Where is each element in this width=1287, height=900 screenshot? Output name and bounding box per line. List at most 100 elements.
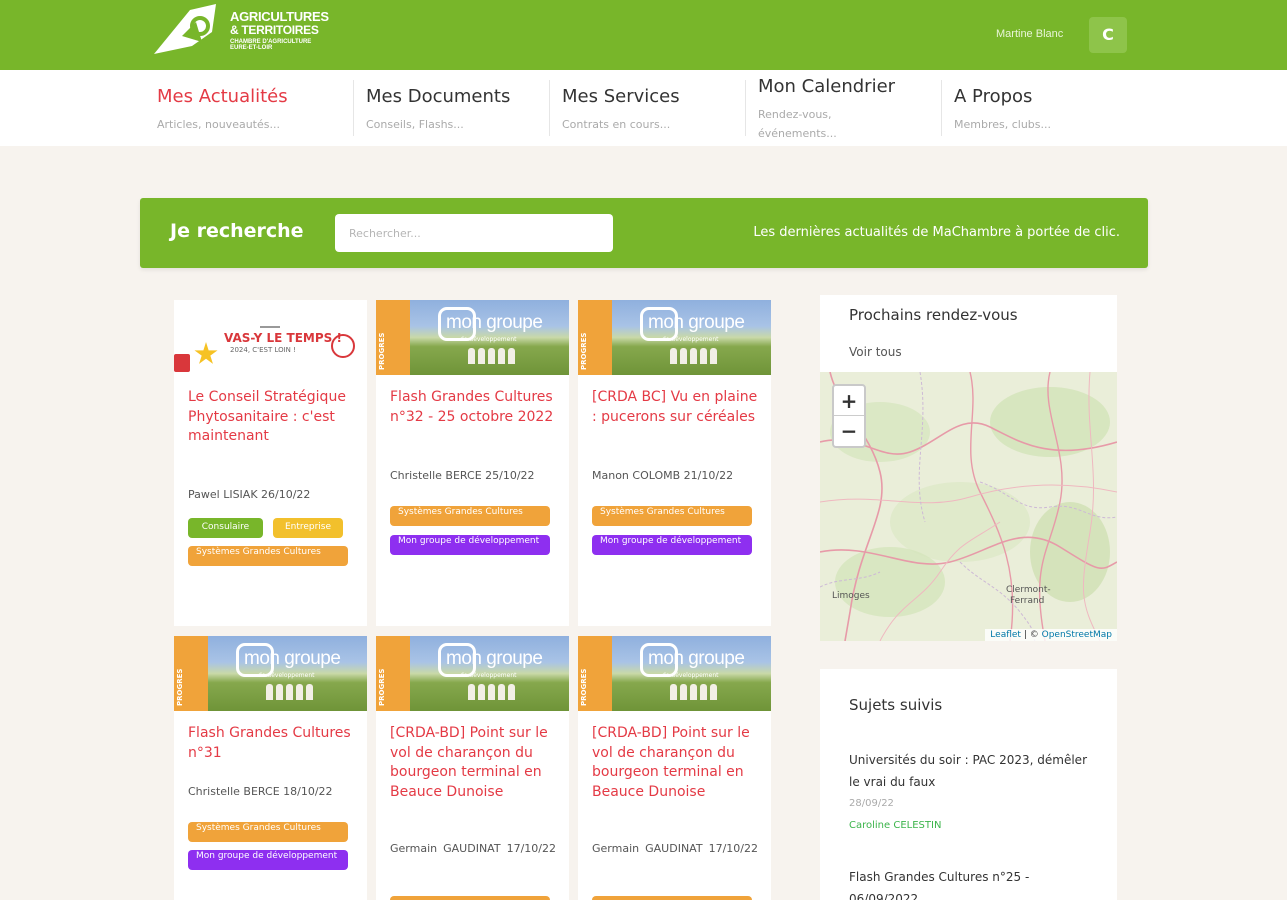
people-silhouettes-icon <box>670 348 730 364</box>
mon-groupe-subtext: de développement <box>662 672 719 679</box>
search-input[interactable] <box>335 214 613 252</box>
topic-author[interactable]: Caroline CELESTIN <box>849 820 941 831</box>
tag-entreprise[interactable]: Entreprise <box>273 518 343 538</box>
map-city-label: Ferrand <box>1010 596 1045 606</box>
news-card[interactable]: PROGRES mon groupe de développement Flas… <box>376 300 569 626</box>
card-title[interactable]: [CRDA-BD] Point sur le vol de charançon … <box>592 724 762 802</box>
zoom-in-icon[interactable]: + <box>834 386 864 416</box>
nav-title: Mes Actualités <box>157 86 288 107</box>
tag-systemes-grandes-cultures[interactable]: Systèmes Grandes Cultures <box>188 822 348 842</box>
nav-subtitle-line-1: Rendez-vous, <box>758 108 832 121</box>
tag-systemes-grandes-cultures[interactable]: Systèmes Grandes Cultures <box>592 506 752 526</box>
card-author-date: Germain GAUDINAT 17/10/22 <box>390 842 556 855</box>
attribution-separator: | © <box>1023 630 1039 640</box>
topic-title[interactable]: Flash Grandes Cultures n°25 - 06/09/2022 <box>849 866 1089 900</box>
card-image: PROGRES mon groupe de développement <box>578 300 771 375</box>
badge-circle-icon <box>331 334 355 358</box>
tag-systemes-grandes-cultures[interactable] <box>592 896 752 900</box>
progres-strip: PROGRES <box>578 300 612 375</box>
pagoda-icon <box>260 314 280 328</box>
zoom-out-icon[interactable]: − <box>834 416 864 446</box>
news-card[interactable]: VAS-Y LE TEMPS ! 2024, C'EST LOIN ! Le C… <box>174 300 367 626</box>
mon-groupe-text: mon groupe <box>446 648 543 669</box>
people-silhouettes-icon <box>468 348 528 364</box>
map-zoom-control: + − <box>832 384 866 448</box>
card-author-date: Christelle BERCE 25/10/22 <box>390 469 535 482</box>
nav-item-calendrier[interactable]: Mon Calendrier Rendez-vous, événements..… <box>745 70 928 146</box>
card-author-date: Christelle BERCE 18/10/22 <box>188 785 333 798</box>
mon-groupe-subtext: de développement <box>460 672 517 679</box>
mon-groupe-text: mon groupe <box>446 312 543 333</box>
tag-systemes-grandes-cultures[interactable]: Systèmes Grandes Cultures <box>390 506 550 526</box>
upcoming-events-panel: Prochains rendez-vous Voir tous + − Limo… <box>820 295 1117 641</box>
map-city-label: Limoges <box>832 591 870 601</box>
nav-subtitle: Articles, nouveautés... <box>157 118 280 131</box>
user-name[interactable]: Martine Blanc <box>996 28 1063 40</box>
card-image: PROGRES mon groupe de développement <box>376 636 569 711</box>
tag-mon-groupe[interactable]: Mon groupe de développement <box>592 535 752 555</box>
news-card[interactable]: PROGRES mon groupe de développement Flas… <box>174 636 367 900</box>
top-bar: AGRICULTURES & TERRITOIRES CHAMBRE D'AGR… <box>0 0 1287 70</box>
main-nav: Mes Actualités Articles, nouveautés... M… <box>0 70 1287 146</box>
followed-topics-panel: Sujets suivis Universités du soir : PAC … <box>820 669 1117 900</box>
card-author-date: Germain GAUDINAT 17/10/22 <box>592 842 758 855</box>
nav-divider <box>941 80 942 136</box>
mon-groupe-subtext: de développement <box>460 336 517 343</box>
strip-label: PROGRES <box>378 332 386 370</box>
nav-title: Mes Documents <box>366 86 511 107</box>
tag-systemes-grandes-cultures[interactable] <box>390 896 550 900</box>
user-avatar-button[interactable]: C <box>1089 17 1127 53</box>
see-all-link[interactable]: Voir tous <box>849 345 902 359</box>
search-label: Je recherche <box>170 220 304 242</box>
nav-subtitle: Conseils, Flashs... <box>366 118 464 131</box>
progres-strip: PROGRES <box>174 636 208 711</box>
site-logo[interactable]: AGRICULTURES & TERRITOIRES CHAMBRE D'AGR… <box>152 2 329 58</box>
panel-title: Sujets suivis <box>849 696 943 714</box>
nav-item-services[interactable]: Mes Services Contrats en cours... <box>549 70 732 146</box>
topic-date: 28/09/22 <box>849 798 894 809</box>
nav-item-documents[interactable]: Mes Documents Conseils, Flashs... <box>353 70 536 146</box>
leaflet-link[interactable]: Leaflet <box>990 630 1021 640</box>
bus-icon <box>174 354 190 372</box>
news-card[interactable]: PROGRES mon groupe de développement [CRD… <box>578 636 771 900</box>
card-title[interactable]: [CRDA-BD] Point sur le vol de charançon … <box>390 724 560 802</box>
card-title[interactable]: Flash Grandes Cultures n°32 - 25 octobre… <box>390 388 560 427</box>
search-band: Je recherche Les dernières actualités de… <box>140 198 1148 268</box>
nav-item-a-propos[interactable]: A Propos Membres, clubs... <box>941 70 1124 146</box>
strip-label: PROGRES <box>580 332 588 370</box>
tag-mon-groupe[interactable]: Mon groupe de développement <box>390 535 550 555</box>
news-card[interactable]: PROGRES mon groupe de développement [CRD… <box>578 300 771 626</box>
card-title[interactable]: Flash Grandes Cultures n°31 <box>188 724 358 763</box>
mon-groupe-text: mon groupe <box>648 312 745 333</box>
mon-groupe-text: mon groupe <box>648 648 745 669</box>
card-image: PROGRES mon groupe de développement <box>174 636 367 711</box>
nav-item-actualites[interactable]: Mes Actualités Articles, nouveautés... <box>157 70 337 146</box>
strip-label: PROGRES <box>176 668 184 706</box>
panel-title: Prochains rendez-vous <box>849 306 1018 324</box>
search-tagline: Les dernières actualités de MaChambre à … <box>753 225 1120 240</box>
card-author-date: Manon COLOMB 21/10/22 <box>592 469 734 482</box>
logo-mark-icon <box>154 4 216 54</box>
card-title[interactable]: [CRDA BC] Vu en plaine : pucerons sur cé… <box>592 388 762 427</box>
nav-title: Mon Calendrier <box>758 76 896 97</box>
openstreetmap-link[interactable]: OpenStreetMap <box>1042 630 1112 640</box>
strip-label: PROGRES <box>580 668 588 706</box>
nav-title: Mes Services <box>562 86 680 107</box>
events-map[interactable]: + − Limoges Clermont- Ferrand Leaflet | … <box>820 372 1117 641</box>
topic-title[interactable]: Universités du soir : PAC 2023, démêler … <box>849 749 1089 793</box>
card-title[interactable]: Le Conseil Stratégique Phytosanitaire : … <box>188 388 358 447</box>
promo-headline: VAS-Y LE TEMPS ! <box>224 331 342 345</box>
tag-mon-groupe[interactable]: Mon groupe de développement <box>188 850 348 870</box>
logo-text: AGRICULTURES & TERRITOIRES CHAMBRE D'AGR… <box>230 10 329 51</box>
nav-title: A Propos <box>954 86 1033 107</box>
logo-line-2: & TERRITOIRES <box>230 23 319 37</box>
news-card[interactable]: PROGRES mon groupe de développement [CRD… <box>376 636 569 900</box>
strip-label: PROGRES <box>378 668 386 706</box>
promo-subline: 2024, C'EST LOIN ! <box>230 346 296 354</box>
nav-subtitle-line-2: événements... <box>758 127 837 140</box>
tag-consulaire[interactable]: Consulaire <box>188 518 263 538</box>
tag-systemes-grandes-cultures[interactable]: Systèmes Grandes Cultures <box>188 546 348 566</box>
map-city-label: Clermont- <box>1006 585 1051 595</box>
progres-strip: PROGRES <box>376 636 410 711</box>
card-image: VAS-Y LE TEMPS ! 2024, C'EST LOIN ! <box>174 300 367 375</box>
